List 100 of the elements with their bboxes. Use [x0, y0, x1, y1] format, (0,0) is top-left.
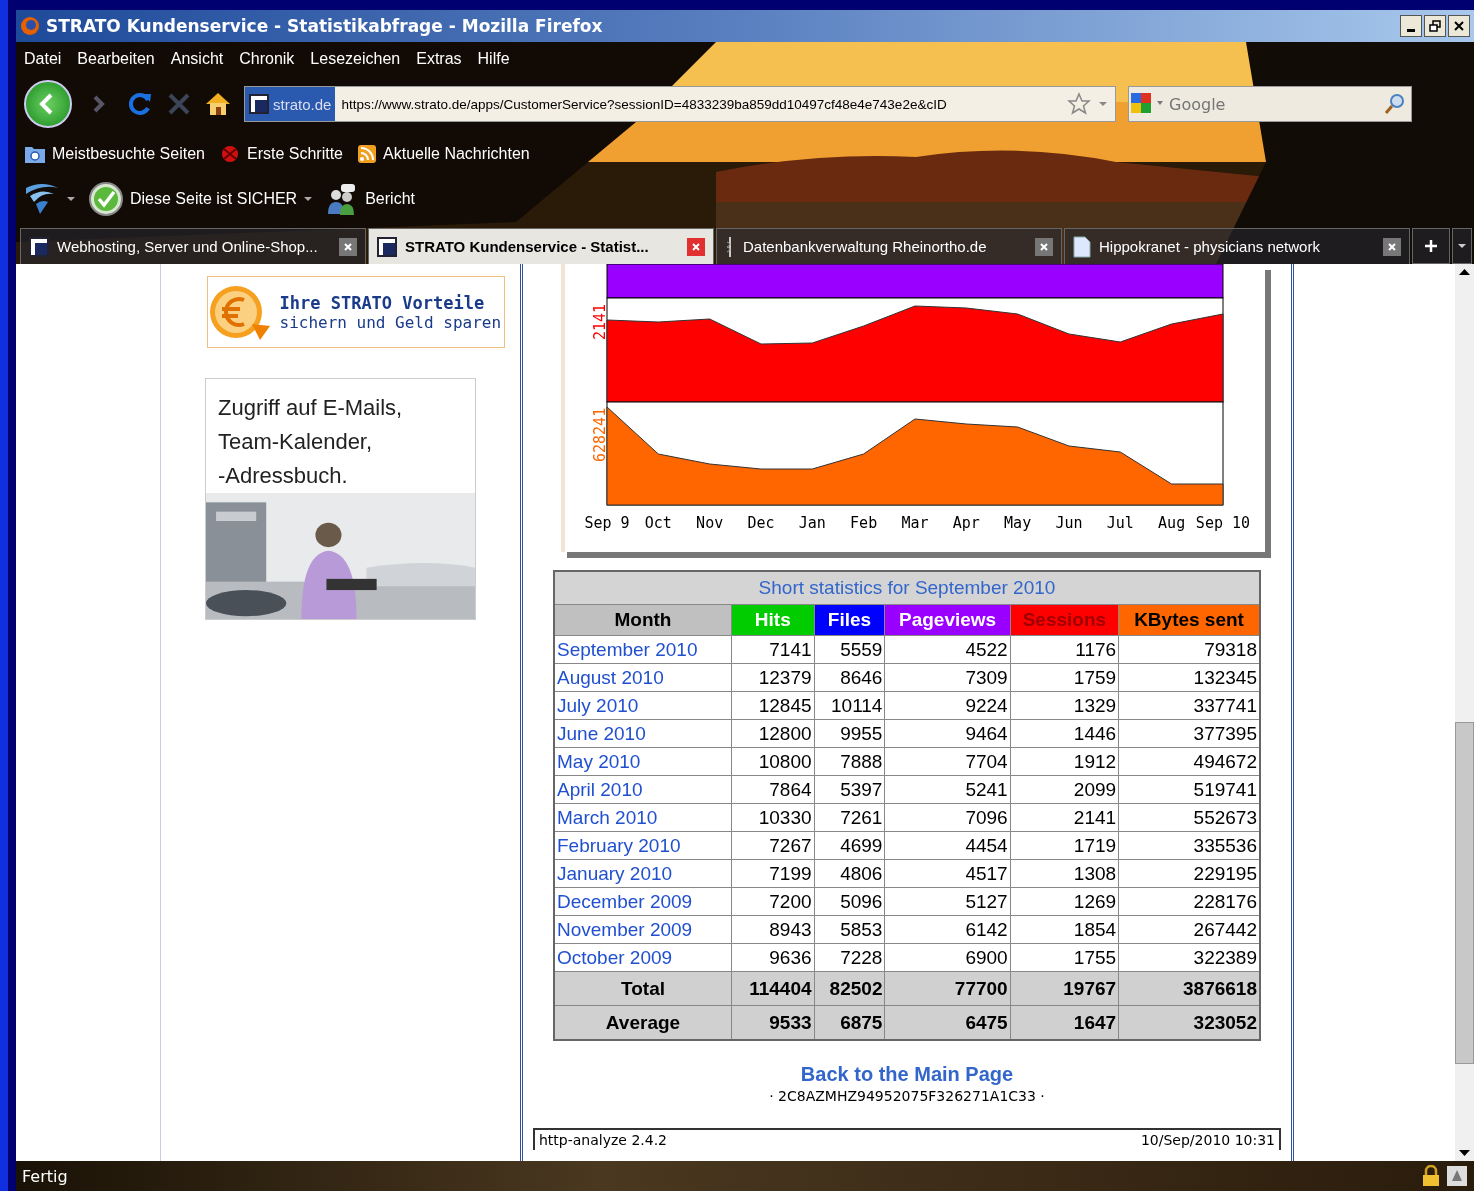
table-cell: 5397 — [840, 778, 883, 800]
new-tab-button[interactable] — [1412, 228, 1450, 264]
table-cell: 5241 — [965, 778, 1008, 800]
menu-item[interactable]: Datei — [24, 50, 62, 68]
table-cell: 1176 — [1075, 638, 1117, 660]
menu-item[interactable]: Hilfe — [477, 50, 510, 68]
table-cell: 7228 — [840, 946, 883, 968]
close-icon — [1453, 20, 1465, 32]
menu-item[interactable]: Chronik — [239, 50, 295, 68]
axis-label: Feb — [850, 514, 878, 532]
promo-banner[interactable]: Ihre STRATO Vorteile sichern und Geld sparen — [206, 276, 505, 348]
minimize-icon — [1407, 28, 1415, 32]
column-header: KBytes sent — [1118, 604, 1260, 636]
bookmark-item[interactable]: Aktuelle Nachrichten — [357, 144, 530, 164]
axis-label: 628241 — [591, 407, 609, 462]
ad-text: Zugriff auf E-Mails, Team-Kalender, -Adressbuch. — [217, 394, 404, 490]
browser-tab[interactable]: Webhosting, Server und Online-Shop... — [20, 228, 366, 264]
back-link[interactable]: Back to the Main Page — [800, 1063, 1014, 1086]
table-cell: 1647 — [1010, 1005, 1119, 1040]
star-icon[interactable] — [1067, 92, 1091, 116]
promo-subtitle: sichern und Geld sparen — [279, 312, 502, 332]
table-cell: 10330 — [758, 806, 812, 828]
table-cell: 1759 — [1073, 666, 1117, 688]
bookmark-item[interactable]: Meistbesuchte Seiten — [24, 144, 205, 164]
home-icon[interactable] — [204, 90, 232, 118]
restore-button[interactable] — [1424, 15, 1446, 37]
axis-label: Jul — [1106, 514, 1134, 532]
folder-icon — [24, 144, 46, 164]
scrollbar[interactable] — [1455, 264, 1474, 1161]
rss-icon — [357, 144, 377, 164]
browser-tab[interactable]: Datenbankverwaltung Rheinortho.de — [716, 228, 1062, 264]
scroll-thumb[interactable] — [1455, 721, 1474, 1064]
table-cell: 2099 — [1073, 778, 1117, 800]
table-cell: 8943 — [769, 918, 812, 940]
table-cell: 4517 — [965, 862, 1008, 884]
site-identity[interactable]: strato.de — [245, 87, 336, 121]
menu-item[interactable]: Ansicht — [170, 50, 224, 68]
table-cell: 7200 — [769, 890, 812, 912]
table-cell: 114404 — [731, 971, 815, 1006]
browser-tab[interactable]: STRATO Kundenservice - Statist... — [368, 228, 714, 264]
table-cell: 6875 — [814, 1005, 885, 1040]
promo-title: Ihre STRATO Vorteile — [279, 292, 486, 313]
close-button[interactable] — [1448, 15, 1470, 37]
menu-item[interactable]: Bearbeiten — [77, 50, 155, 68]
table-cell: 1308 — [1073, 862, 1117, 884]
menu-item[interactable]: Lesezeichen — [310, 50, 401, 68]
table-cell: 9636 — [769, 946, 812, 968]
table-cell: Average — [554, 1005, 732, 1040]
table-cell: 77700 — [884, 971, 1011, 1006]
table-cell: 1329 — [1073, 694, 1117, 716]
bookmark-item[interactable]: Erste Schritte — [219, 143, 343, 165]
table-title: Short statistics for September 2010 — [554, 571, 1260, 605]
caret-icon — [303, 194, 314, 204]
table-cell: 9224 — [965, 694, 1008, 716]
table-cell: 552673 — [1193, 806, 1257, 828]
table-cell: 12800 — [758, 722, 812, 744]
table-cell: 9533 — [731, 1005, 815, 1040]
axis-label: Sep 10 — [1195, 514, 1251, 532]
firefox-icon — [20, 16, 40, 36]
search-field[interactable]: Google — [1128, 86, 1412, 122]
table-cell: 1446 — [1073, 722, 1117, 744]
report-button[interactable]: Bericht — [325, 182, 415, 216]
minimize-button[interactable] — [1400, 15, 1422, 37]
checkmark-icon — [88, 181, 124, 217]
caret-icon — [1457, 241, 1467, 251]
status-text: Fertig — [22, 1166, 68, 1186]
column-header: Sessions — [1010, 604, 1119, 636]
footer-text: http-analyze 2.4.2 — [539, 1132, 668, 1148]
table-cell: 1912 — [1073, 750, 1117, 772]
table-cell: 3876618 — [1118, 971, 1260, 1006]
security-status-button[interactable]: Diese Seite ist SICHER — [88, 181, 314, 217]
shield-icon[interactable] — [24, 182, 60, 216]
table-cell: 12845 — [758, 694, 812, 716]
table-cell: 7261 — [840, 806, 883, 828]
restore-icon — [1429, 20, 1441, 32]
axis-label: 2141 — [591, 303, 609, 340]
lock-icon — [1422, 1165, 1440, 1187]
table-cell: 519741 — [1193, 778, 1257, 800]
axis-label: Oct — [644, 514, 672, 532]
column-header: Files — [814, 604, 885, 636]
table-cell: 1269 — [1073, 890, 1117, 912]
table-cell: 229195 — [1193, 862, 1257, 884]
table-cell: 12379 — [758, 666, 812, 688]
browser-tab[interactable]: Hippokranet - physicians network — [1064, 228, 1410, 264]
table-cell: 5559 — [840, 638, 883, 660]
address-bar[interactable]: strato.de https://www.strato.de/apps/CustomerService?sessionID=4833239ba859dd10497cf48e4e743e2e&cID — [244, 86, 1116, 122]
tab-list-button[interactable] — [1452, 228, 1472, 264]
ad-banner[interactable]: Zugriff auf E-Mails, Team-Kalender, -Adressbuch. — [205, 378, 476, 620]
window-icon — [249, 94, 269, 114]
search-input[interactable]: Google — [1167, 93, 1383, 115]
search-icon[interactable] — [1383, 92, 1407, 116]
axis-label: Jan — [798, 514, 826, 532]
plus-icon — [1424, 239, 1438, 253]
reload-icon[interactable] — [126, 90, 154, 118]
table-cell: 5127 — [965, 890, 1008, 912]
menu-item[interactable]: Extras — [416, 50, 462, 68]
table-cell: 5096 — [840, 890, 883, 912]
dropdown-icon[interactable] — [66, 194, 76, 204]
axis-label: Nov — [696, 514, 724, 532]
table-cell: 132345 — [1193, 666, 1257, 688]
